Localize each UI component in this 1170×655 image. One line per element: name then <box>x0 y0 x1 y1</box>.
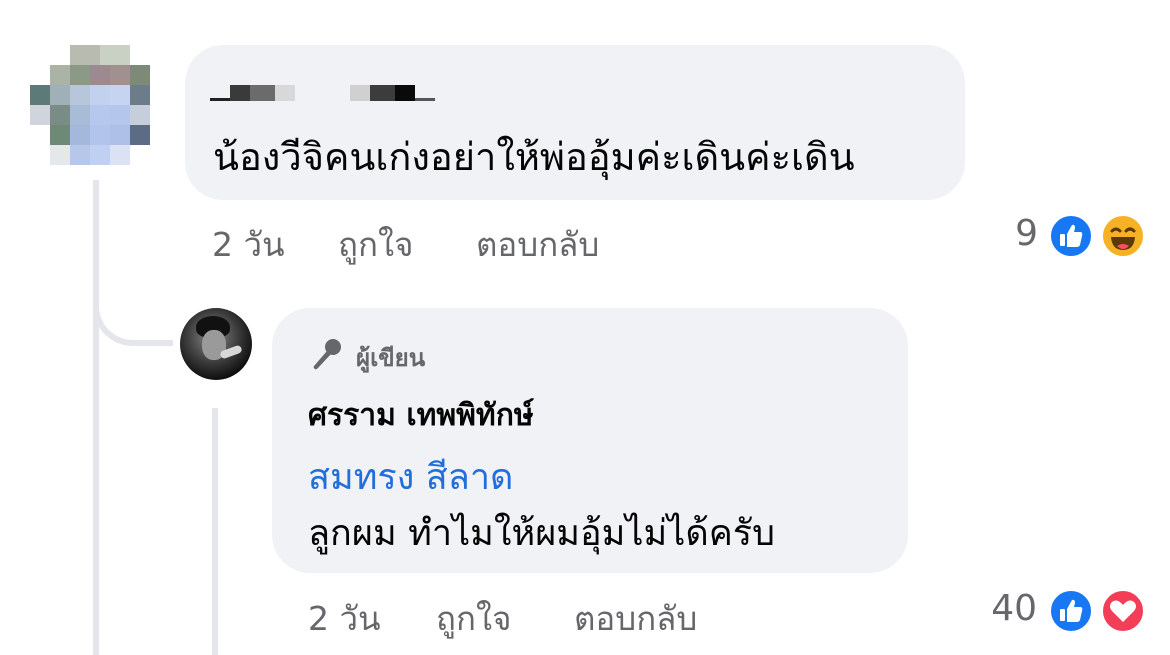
mention-link[interactable]: สมทรง สีลาด <box>308 448 513 505</box>
microphone-icon <box>313 339 341 370</box>
reply-bubble: ผู้เขียน ศรราม เทพพิทักษ์ สมทรง สีลาด ลู… <box>272 308 908 573</box>
timestamp[interactable]: 2 วัน <box>308 592 381 645</box>
author-badge: ผู้เขียน <box>356 344 426 372</box>
thread-line-branch <box>93 270 173 346</box>
timestamp[interactable]: 2 วัน <box>212 218 285 271</box>
author-avatar[interactable] <box>180 308 252 380</box>
comment-text: น้องวีจิคนเก่งอย่าให้พ่ออุ้มค่ะเดินค่ะเด… <box>213 135 855 179</box>
haha-icon <box>1100 213 1146 259</box>
reaction-count[interactable]: 40 <box>975 588 1037 629</box>
reply-text: ลูกผม ทำไมให้ผมอุ้มไม่ได้ครับ <box>308 513 775 554</box>
reply-button[interactable]: ตอบกลับ <box>476 218 599 271</box>
like-button[interactable]: ถูกใจ <box>338 218 413 271</box>
thread-line-main <box>93 180 99 655</box>
avatar[interactable] <box>30 45 152 167</box>
thread-line-reply <box>212 408 218 655</box>
author-name-redacted[interactable] <box>210 85 435 101</box>
like-button[interactable]: ถูกใจ <box>436 592 511 645</box>
author-name[interactable]: ศรราม เทพพิทักษ์ <box>308 392 534 439</box>
reply-button[interactable]: ตอบกลับ <box>574 592 697 645</box>
like-icon <box>1048 213 1094 259</box>
comment-bubble: น้องวีจิคนเก่งอย่าให้พ่ออุ้มค่ะเดินค่ะเด… <box>185 45 965 200</box>
love-icon <box>1100 588 1146 634</box>
reaction-count[interactable]: 9 <box>990 213 1038 254</box>
like-icon <box>1048 588 1094 634</box>
